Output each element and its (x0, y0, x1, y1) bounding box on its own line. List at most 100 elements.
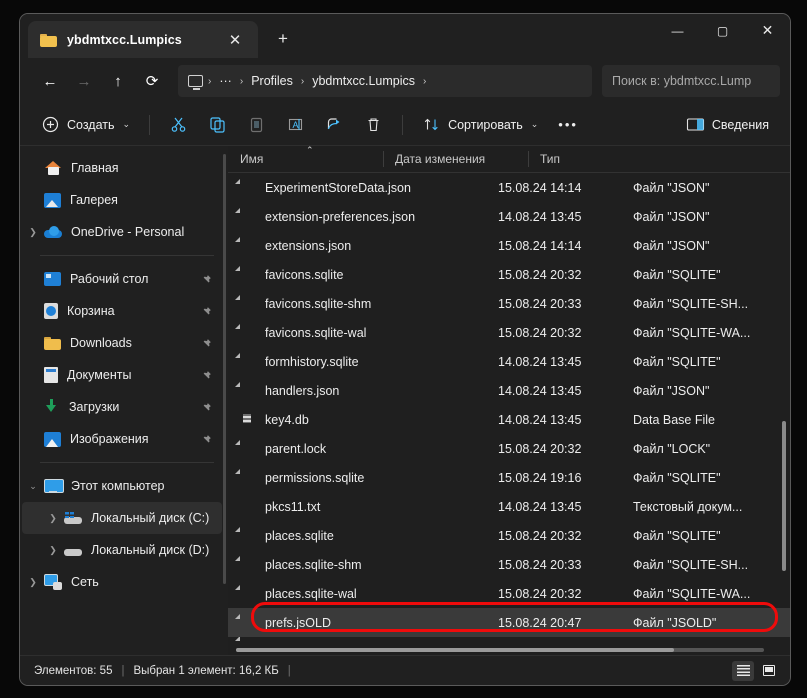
sidebar-item-4[interactable]: Корзина (22, 295, 222, 327)
table-row[interactable]: places.sqlite-shm 15.08.24 20:33 Файл "SQL… (228, 550, 790, 579)
file-type: Файл "JSON" (633, 383, 710, 398)
breadcrumb-overflow[interactable]: ··· (212, 71, 239, 91)
sidebar-item-label: Локальный диск (D:) (91, 543, 210, 557)
search-input[interactable]: Поиск в: ybdmtxcc.Lump (602, 65, 780, 97)
breadcrumb-profiles[interactable]: Profiles (244, 71, 300, 91)
file-icon (240, 469, 254, 486)
close-icon[interactable]: ✕ (222, 27, 248, 53)
table-row[interactable]: key4.db 14.08.24 13:45 Data Base File (228, 405, 790, 434)
sidebar-item-3[interactable]: Рабочий стол (22, 263, 222, 295)
file-date-modified: 15.08.24 20:33 (498, 557, 582, 572)
sidebar-item-5[interactable]: Downloads (22, 327, 222, 359)
refresh-button[interactable]: ⟳ (136, 65, 168, 97)
delete-button[interactable] (355, 110, 392, 140)
tab-title: ybdmtxcc.Lumpics (67, 32, 182, 47)
file-list-horizontal-scrollbar[interactable] (236, 648, 764, 652)
expand-chevron-icon[interactable]: ❯ (22, 227, 44, 238)
file-icon (240, 179, 254, 196)
share-button[interactable] (316, 110, 353, 140)
table-row[interactable]: ExperimentStoreData.json 15.08.24 14:14 Фа… (228, 173, 790, 202)
pin-icon[interactable] (200, 273, 212, 285)
horizontal-scrollbar-thumb[interactable] (236, 648, 675, 652)
table-row[interactable]: formhistory.sqlite 14.08.24 13:45 Файл "SQ… (228, 347, 790, 376)
table-row[interactable]: permissions.sqlite 15.08.24 19:16 Файл "SQ… (228, 463, 790, 492)
file-type: Файл "SQLITE" (633, 470, 721, 485)
pin-icon[interactable] (200, 369, 212, 381)
sidebar-item-8[interactable]: Изображения (22, 423, 222, 455)
more-options-button[interactable]: ••• (549, 110, 587, 140)
sidebar-item-6[interactable]: Документы (22, 359, 222, 391)
pin-icon[interactable] (200, 401, 212, 413)
file-type: Файл "SQLITE-WA... (633, 325, 751, 340)
sidebar-item-10[interactable]: ❯ Локальный диск (C:) (22, 502, 222, 534)
file-icon (240, 237, 254, 254)
selection-info: Выбран 1 элемент: 16,2 КБ (133, 664, 279, 677)
tab-ybdmtxcc-lumpics[interactable]: ybdmtxcc.Lumpics ✕ (28, 21, 258, 58)
forward-button[interactable]: → (68, 65, 100, 97)
table-row[interactable]: parent.lock 15.08.24 20:32 Файл "LOCK" (228, 434, 790, 463)
details-pane-icon (686, 115, 705, 134)
file-name: ExperimentStoreData.json (265, 180, 411, 195)
up-button[interactable]: ↑ (102, 65, 134, 97)
table-row[interactable]: favicons.sqlite-shm 15.08.24 20:33 Файл "S… (228, 289, 790, 318)
sort-button[interactable]: Сортировать ⌄ (413, 110, 547, 140)
sidebar-item-2[interactable]: ❯ OneDrive - Personal (22, 216, 222, 248)
sidebar-item-11[interactable]: ❯ Локальный диск (D:) (22, 534, 222, 566)
cut-button[interactable] (160, 110, 197, 140)
desktop-icon (44, 272, 61, 286)
sidebar-item-label: Этот компьютер (71, 479, 165, 493)
table-row[interactable]: favicons.sqlite-wal 15.08.24 20:32 Файл "S… (228, 318, 790, 347)
details-view-button[interactable] (732, 660, 754, 681)
file-icon (240, 353, 254, 370)
file-list-vertical-scrollbar[interactable] (782, 421, 786, 571)
large-icons-view-button[interactable] (758, 661, 780, 681)
back-button[interactable]: ← (34, 65, 66, 97)
file-name: favicons.sqlite (265, 267, 344, 282)
table-row[interactable]: places.sqlite-wal 15.08.24 20:32 Файл "SQL… (228, 579, 790, 608)
title-bar: ybdmtxcc.Lumpics ✕ + — ▢ ✕ (20, 14, 790, 58)
pin-icon[interactable] (200, 433, 212, 445)
pin-icon[interactable] (200, 337, 212, 349)
maximize-button[interactable]: ▢ (700, 14, 745, 47)
pin-icon[interactable] (200, 305, 212, 317)
expand-chevron-icon[interactable]: ⌄ (22, 481, 44, 492)
column-header-name[interactable]: Имя ⌃ (228, 145, 383, 172)
sidebar-item-7[interactable]: Загрузки (22, 391, 222, 423)
address-bar[interactable]: › ··· › Profiles › ybdmtxcc.Lumpics › (178, 65, 592, 97)
file-list-pane: Имя ⌃ Дата изменения Тип ExperimentStore… (228, 145, 790, 655)
rename-button[interactable]: A (277, 110, 314, 140)
new-button[interactable]: Создать ⌄ (32, 110, 139, 140)
sidebar-item-0[interactable]: Главная (22, 152, 222, 184)
minimize-button[interactable]: — (655, 14, 700, 47)
sidebar-scrollbar[interactable] (223, 154, 226, 584)
expand-chevron-icon[interactable]: ❯ (22, 577, 44, 588)
expand-chevron-icon[interactable]: ❯ (42, 545, 64, 556)
details-pane-button[interactable]: Сведения (677, 110, 778, 140)
table-row[interactable]: handlers.json 14.08.24 13:45 Файл "JSON" (228, 376, 790, 405)
table-row[interactable]: pkcs11.txt 14.08.24 13:45 Текстовый докум.… (228, 492, 790, 521)
window-close-button[interactable]: ✕ (745, 14, 790, 47)
breadcrumb-current-folder[interactable]: ybdmtxcc.Lumpics (305, 71, 422, 91)
table-row[interactable]: places.sqlite 15.08.24 20:32 Файл "SQLITE" (228, 521, 790, 550)
paste-button[interactable] (238, 110, 275, 140)
table-row[interactable]: extension-preferences.json 14.08.24 13:45… (228, 202, 790, 231)
sidebar-item-9[interactable]: ⌄ Этот компьютер (22, 470, 222, 502)
table-row[interactable]: extensions.json 15.08.24 14:14 Файл "JSON" (228, 231, 790, 260)
sidebar-item-12[interactable]: ❯ Сеть (22, 566, 222, 598)
new-tab-button[interactable]: + (270, 26, 296, 52)
sidebar-item-1[interactable]: Галерея (22, 184, 222, 216)
copy-icon (208, 115, 227, 134)
table-row[interactable]: favicons.sqlite 15.08.24 20:32 Файл "SQLIT… (228, 260, 790, 289)
network-icon (44, 574, 62, 590)
navigation-bar: ← → ↑ ⟳ › ··· › Profiles › ybdmtxcc.Lump… (20, 58, 790, 104)
search-placeholder: Поиск в: ybdmtxcc.Lump (612, 74, 752, 88)
expand-chevron-icon[interactable]: ❯ (42, 513, 64, 524)
column-header-date[interactable]: Дата изменения (383, 146, 528, 172)
table-row[interactable]: prefs.jsOLD 15.08.24 20:47 Файл "JSOLD" (228, 608, 790, 637)
file-date-modified: 15.08.24 20:47 (498, 615, 582, 630)
gallery-icon (44, 192, 61, 208)
copy-button[interactable] (199, 110, 236, 140)
file-name: favicons.sqlite-shm (265, 296, 372, 311)
column-header-type[interactable]: Тип (528, 146, 790, 172)
sidebar-item-label: Корзина (67, 304, 115, 318)
